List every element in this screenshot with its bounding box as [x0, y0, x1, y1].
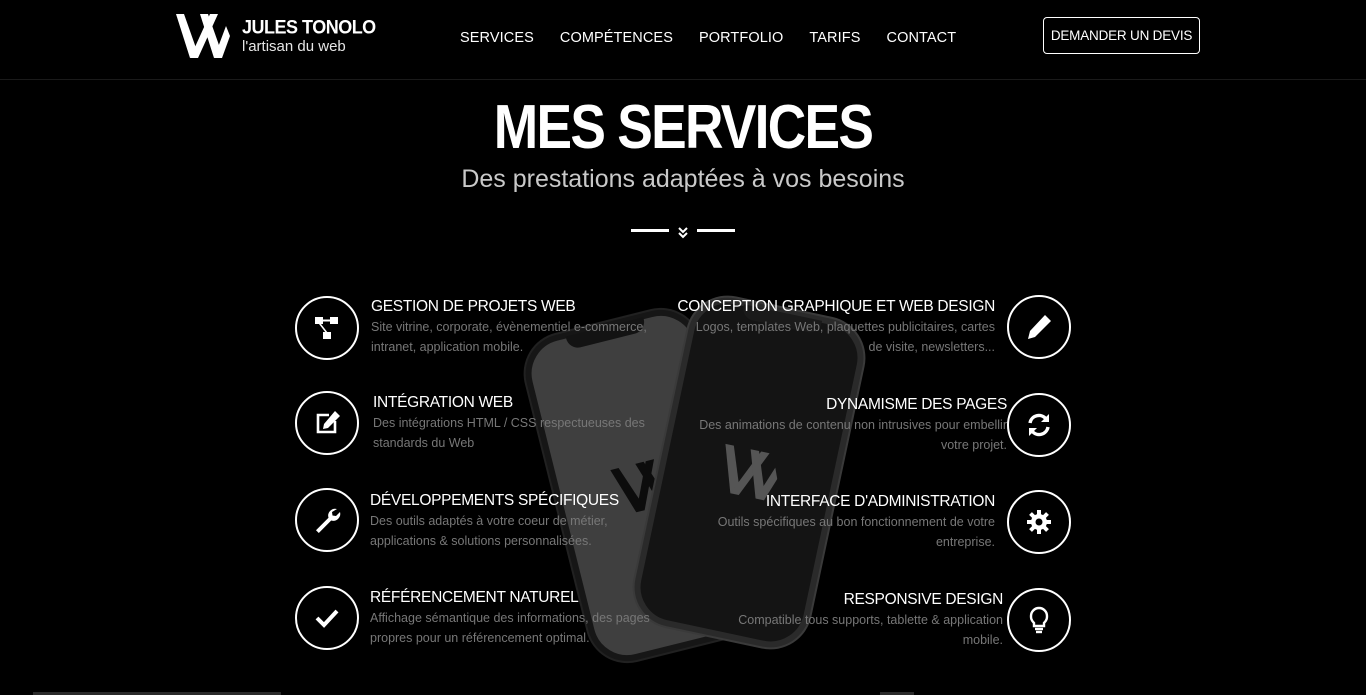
- sitemap-icon: [295, 296, 359, 360]
- nav-item-tarifs[interactable]: TARIFS: [809, 30, 860, 46]
- page-subtitle: Des prestations adaptées à vos besoins: [461, 165, 905, 193]
- divider-line-right: [697, 229, 735, 232]
- brand-tagline: l'artisan du web: [242, 37, 346, 55]
- service-title: GESTION DE PROJETS WEB: [371, 298, 576, 315]
- service-title: RESPONSIVE DESIGN: [843, 591, 1004, 608]
- nav-item-services[interactable]: SERVICES: [460, 30, 534, 46]
- check-icon: [295, 586, 359, 650]
- service-title: DÉVELOPPEMENTS SPÉCIFIQUES: [370, 492, 619, 509]
- service-title: RÉFÉRENCEMENT NATUREL: [370, 589, 579, 606]
- service-description: Outils spécifiques au bon fonctionnement…: [717, 515, 995, 549]
- request-quote-button[interactable]: DEMANDER UN DEVIS: [1043, 17, 1200, 54]
- site-header: JULES TONOLO l'artisan du web SERVICES C…: [0, 0, 1366, 80]
- service-description: Des outils adaptés à votre coeur de méti…: [370, 514, 608, 548]
- service-title: CONCEPTION GRAPHIQUE ET WEB DESIGN: [677, 298, 995, 315]
- section-divider[interactable]: [630, 222, 736, 242]
- service-title: DYNAMISME DES PAGES: [826, 396, 1007, 413]
- service-description: Affichage sémantique des informations, d…: [370, 611, 650, 645]
- page-title: MES SERVICES: [493, 93, 874, 162]
- brand-logo[interactable]: JULES TONOLO l'artisan du web: [176, 12, 376, 60]
- nav-item-contact[interactable]: CONTACT: [887, 30, 957, 46]
- double-chevron-down-icon: [678, 227, 688, 239]
- divider-line-left: [631, 229, 669, 232]
- service-title: INTÉGRATION WEB: [373, 394, 513, 411]
- refresh-icon: [1007, 393, 1071, 457]
- service-description: Des intégrations HTML / CSS respectueuse…: [373, 416, 645, 450]
- edit-icon: [295, 391, 359, 455]
- gear-icon: [1007, 490, 1071, 554]
- service-description: Compatible tous supports, tablette & app…: [738, 613, 1003, 647]
- nav-item-portfolio[interactable]: PORTFOLIO: [699, 30, 783, 46]
- pencil-icon: [1007, 295, 1071, 359]
- wrench-icon: [295, 488, 359, 552]
- lightbulb-icon: [1007, 588, 1071, 652]
- service-description: Site vitrine, corporate, évènementiel e-…: [371, 320, 647, 354]
- service-description: Logos, templates Web, plaquettes publici…: [695, 320, 995, 354]
- service-title: INTERFACE D'ADMINISTRATION: [765, 493, 995, 510]
- main-nav: SERVICES COMPÉTENCES PORTFOLIO TARIFS CO…: [460, 30, 982, 46]
- nav-item-competences[interactable]: COMPÉTENCES: [560, 30, 673, 46]
- brand-name: JULES TONOLO: [242, 15, 376, 38]
- service-description: Des animations de contenu non intrusives…: [699, 418, 1007, 452]
- brand-logo-icon: [176, 14, 230, 58]
